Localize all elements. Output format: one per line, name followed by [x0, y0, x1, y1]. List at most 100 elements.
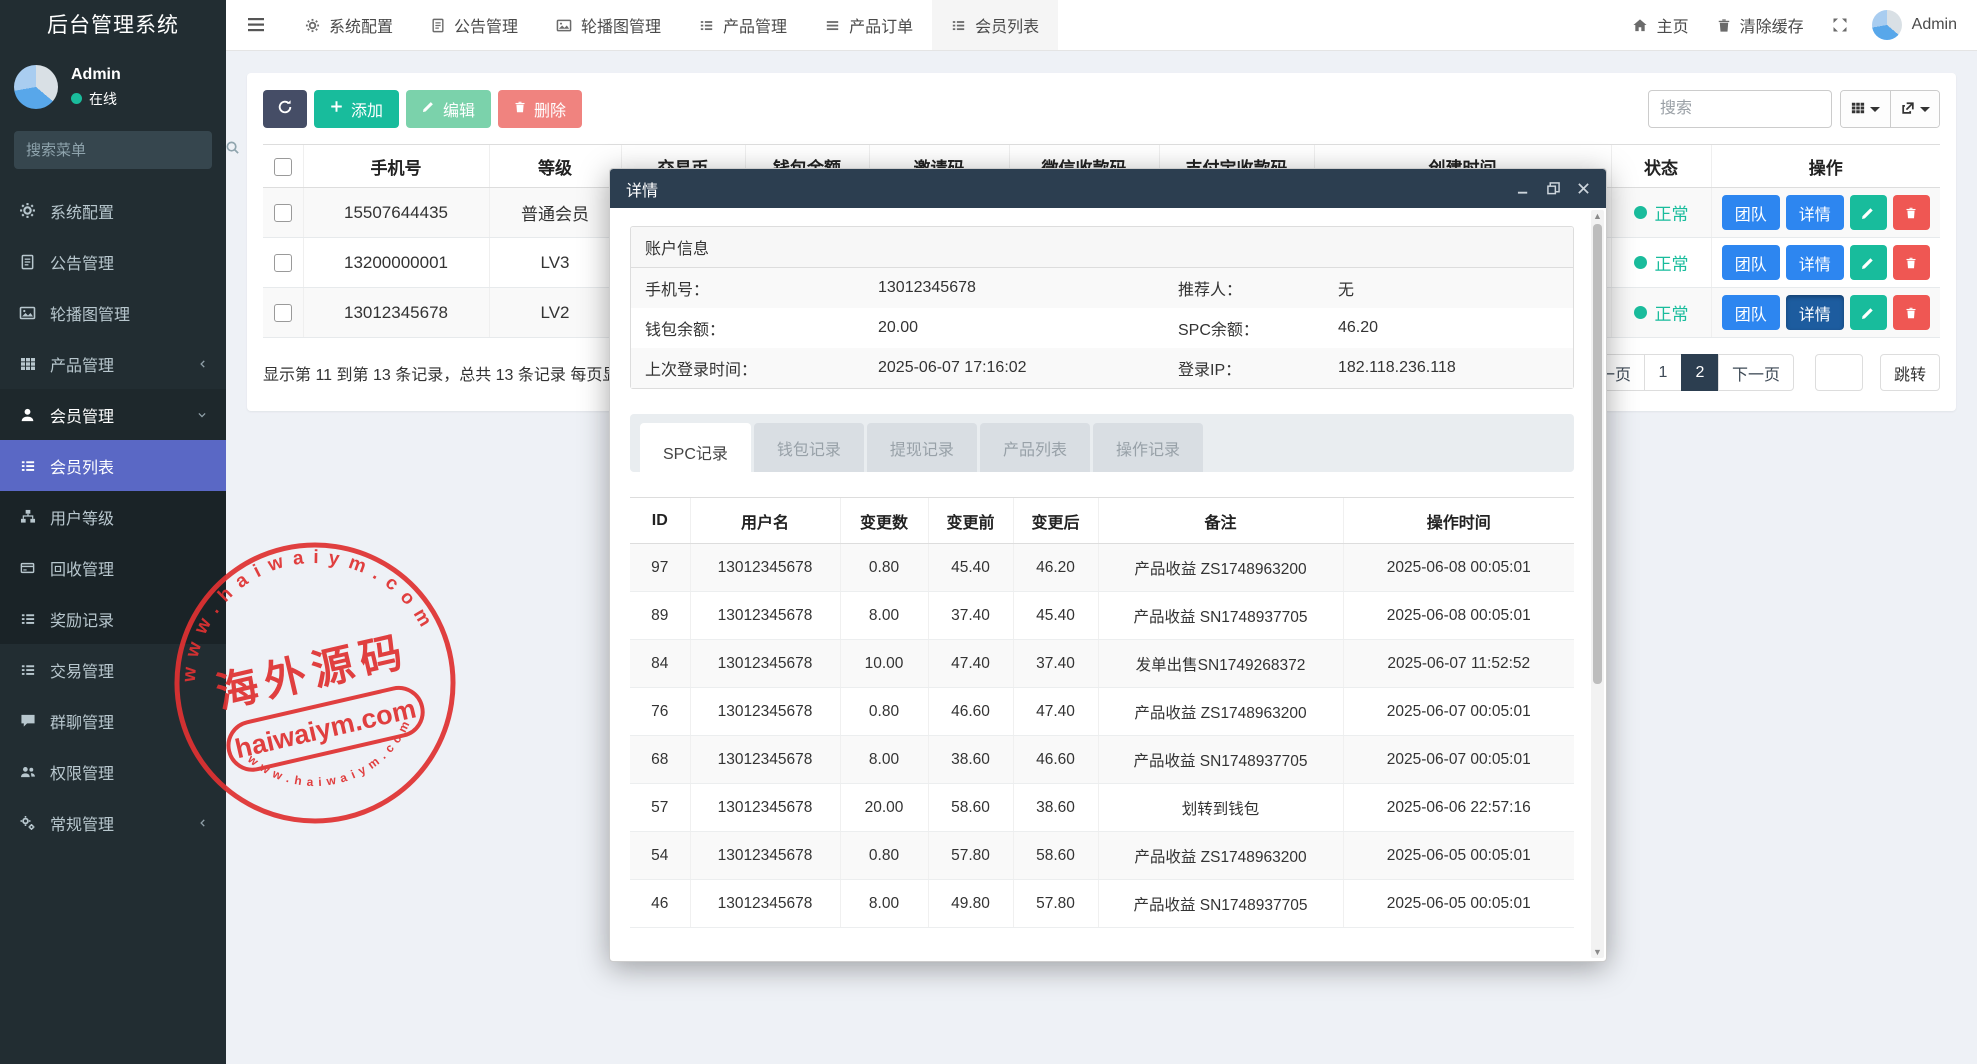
tab-label: 会员列表	[975, 13, 1039, 37]
sidebar: 后台管理系统 Admin 在线 系统配置 公告管理	[0, 0, 226, 1064]
row-delete-button[interactable]	[1893, 245, 1930, 280]
user-name: Admin	[71, 66, 121, 84]
tab-member-list[interactable]: 会员列表	[932, 0, 1058, 50]
record-row: 76130123456780.8046.6047.40产品收益 ZS174896…	[630, 688, 1574, 736]
scroll-down-icon[interactable]: ▼	[1593, 946, 1602, 958]
tab-banner-mgmt[interactable]: 轮播图管理	[537, 0, 680, 50]
modal-scrollbar[interactable]: ▲ ▼	[1591, 210, 1604, 958]
edit-button[interactable]: 编辑	[406, 90, 491, 128]
phone-label: 手机号：	[645, 276, 878, 300]
sidebar-item-permission-mgmt[interactable]: 权限管理	[0, 746, 226, 797]
team-button[interactable]: 团队	[1722, 295, 1780, 330]
add-button[interactable]: 添加	[314, 90, 399, 128]
row-edit-button[interactable]	[1850, 195, 1887, 230]
team-button[interactable]: 团队	[1722, 195, 1780, 230]
sidebar-item-label: 会员列表	[50, 454, 208, 478]
tab-wallet-records[interactable]: 钱包记录	[754, 423, 864, 472]
modal-tabs: SPC记录 钱包记录 提现记录 产品列表 操作记录	[630, 414, 1574, 472]
detail-button[interactable]: 详情	[1786, 245, 1844, 280]
sidebar-submenu-member: 会员列表 用户等级 回收管理 奖励记录	[0, 440, 226, 644]
clear-cache-label: 清除缓存	[1740, 13, 1804, 37]
modal-title: 详情	[626, 177, 658, 201]
status-dot	[1634, 206, 1647, 219]
home-link[interactable]: 主页	[1618, 13, 1703, 37]
columns-dropdown-button[interactable]	[1841, 91, 1890, 127]
admin-menu[interactable]: Admin	[1862, 10, 1967, 40]
tab-label: 系统配置	[329, 13, 393, 37]
card-icon	[18, 561, 37, 575]
page-jump-button[interactable]: 跳转	[1880, 354, 1940, 391]
sidebar-item-notice-mgmt[interactable]: 公告管理	[0, 236, 226, 287]
sidebar-item-general-mgmt[interactable]: 常规管理	[0, 797, 226, 848]
restore-icon[interactable]	[1547, 182, 1560, 195]
page-jump-input[interactable]	[1815, 354, 1863, 391]
scrollbar-thumb[interactable]	[1593, 224, 1602, 684]
tab-notice-mgmt[interactable]: 公告管理	[412, 0, 537, 50]
table-search-input[interactable]	[1648, 90, 1832, 128]
sidebar-item-label: 轮播图管理	[50, 301, 208, 325]
sidebar-item-trade-mgmt[interactable]: 交易管理	[0, 644, 226, 695]
tab-operation-records[interactable]: 操作记录	[1093, 423, 1203, 472]
tab-withdraw-records[interactable]: 提现记录	[867, 423, 977, 472]
bars-icon	[825, 19, 840, 32]
row-delete-button[interactable]	[1893, 195, 1930, 230]
record-row: 68130123456788.0038.6046.60产品收益 SN174893…	[630, 736, 1574, 784]
menu-toggle-icon[interactable]	[226, 0, 286, 50]
row-delete-button[interactable]	[1893, 295, 1930, 330]
clear-cache-link[interactable]: 清除缓存	[1703, 13, 1818, 37]
tab-product-mgmt[interactable]: 产品管理	[680, 0, 806, 50]
row-checkbox[interactable]	[274, 204, 292, 222]
fullscreen-button[interactable]	[1818, 17, 1862, 33]
delete-button[interactable]: 删除	[498, 90, 582, 128]
row-checkbox[interactable]	[274, 304, 292, 322]
page-1-button[interactable]: 1	[1644, 354, 1682, 391]
next-page-button[interactable]: 下一页	[1718, 354, 1794, 391]
scroll-up-icon[interactable]: ▲	[1593, 210, 1602, 222]
home-label: 主页	[1657, 13, 1689, 37]
sidebar-search	[14, 131, 212, 169]
sidebar-item-recycle-mgmt[interactable]: 回收管理	[0, 542, 226, 593]
detail-button[interactable]: 详情	[1786, 295, 1844, 330]
spc-label: SPC余额：	[1178, 316, 1338, 340]
admin-name: Admin	[1912, 16, 1957, 34]
minimize-icon[interactable]	[1517, 182, 1530, 195]
detail-button[interactable]: 详情	[1786, 195, 1844, 230]
last-login-label: 上次登录时间：	[645, 356, 878, 380]
trash-icon	[1717, 18, 1731, 33]
pagination: 上一页 1 2 下一页 跳转	[1569, 354, 1940, 391]
sidebar-item-label: 回收管理	[50, 556, 208, 580]
sidebar-item-groupchat-mgmt[interactable]: 群聊管理	[0, 695, 226, 746]
cell-level: LV2	[489, 288, 621, 338]
row-edit-button[interactable]	[1850, 295, 1887, 330]
sidebar-item-system-config[interactable]: 系统配置	[0, 185, 226, 236]
sidebar-item-label: 公告管理	[50, 250, 208, 274]
spc-record-table: ID 用户名 变更数 变更前 变更后 备注 操作时间 9713012345678…	[630, 497, 1574, 928]
sidebar-search-input[interactable]	[26, 142, 225, 159]
tab-product-list[interactable]: 产品列表	[980, 423, 1090, 472]
image-icon	[556, 18, 572, 33]
sidebar-item-banner-mgmt[interactable]: 轮播图管理	[0, 287, 226, 338]
cell-phone: 13200000001	[303, 238, 489, 288]
col-header-remark: 备注	[1098, 498, 1343, 544]
search-icon	[225, 140, 240, 160]
sidebar-item-product-mgmt[interactable]: 产品管理	[0, 338, 226, 389]
sidebar-item-member-mgmt[interactable]: 会员管理	[0, 389, 226, 440]
sidebar-item-member-list[interactable]: 会员列表	[0, 440, 226, 491]
refresh-button[interactable]	[263, 90, 307, 128]
row-edit-button[interactable]	[1850, 245, 1887, 280]
row-checkbox[interactable]	[274, 254, 292, 272]
tab-system-config[interactable]: 系统配置	[286, 0, 412, 50]
col-header-id: ID	[630, 498, 690, 544]
sidebar-item-label: 权限管理	[50, 760, 208, 784]
select-all-checkbox[interactable]	[274, 158, 292, 176]
sidebar-item-user-level[interactable]: 用户等级	[0, 491, 226, 542]
page-2-button[interactable]: 2	[1681, 354, 1719, 391]
sidebar-item-reward-records[interactable]: 奖励记录	[0, 593, 226, 644]
expand-arrows-icon	[1832, 17, 1848, 33]
col-header-time: 操作时间	[1343, 498, 1574, 544]
export-dropdown-button[interactable]	[1890, 91, 1939, 127]
tab-product-orders[interactable]: 产品订单	[806, 0, 932, 50]
team-button[interactable]: 团队	[1722, 245, 1780, 280]
tab-spc-records[interactable]: SPC记录	[640, 423, 751, 481]
close-icon[interactable]	[1577, 182, 1590, 195]
